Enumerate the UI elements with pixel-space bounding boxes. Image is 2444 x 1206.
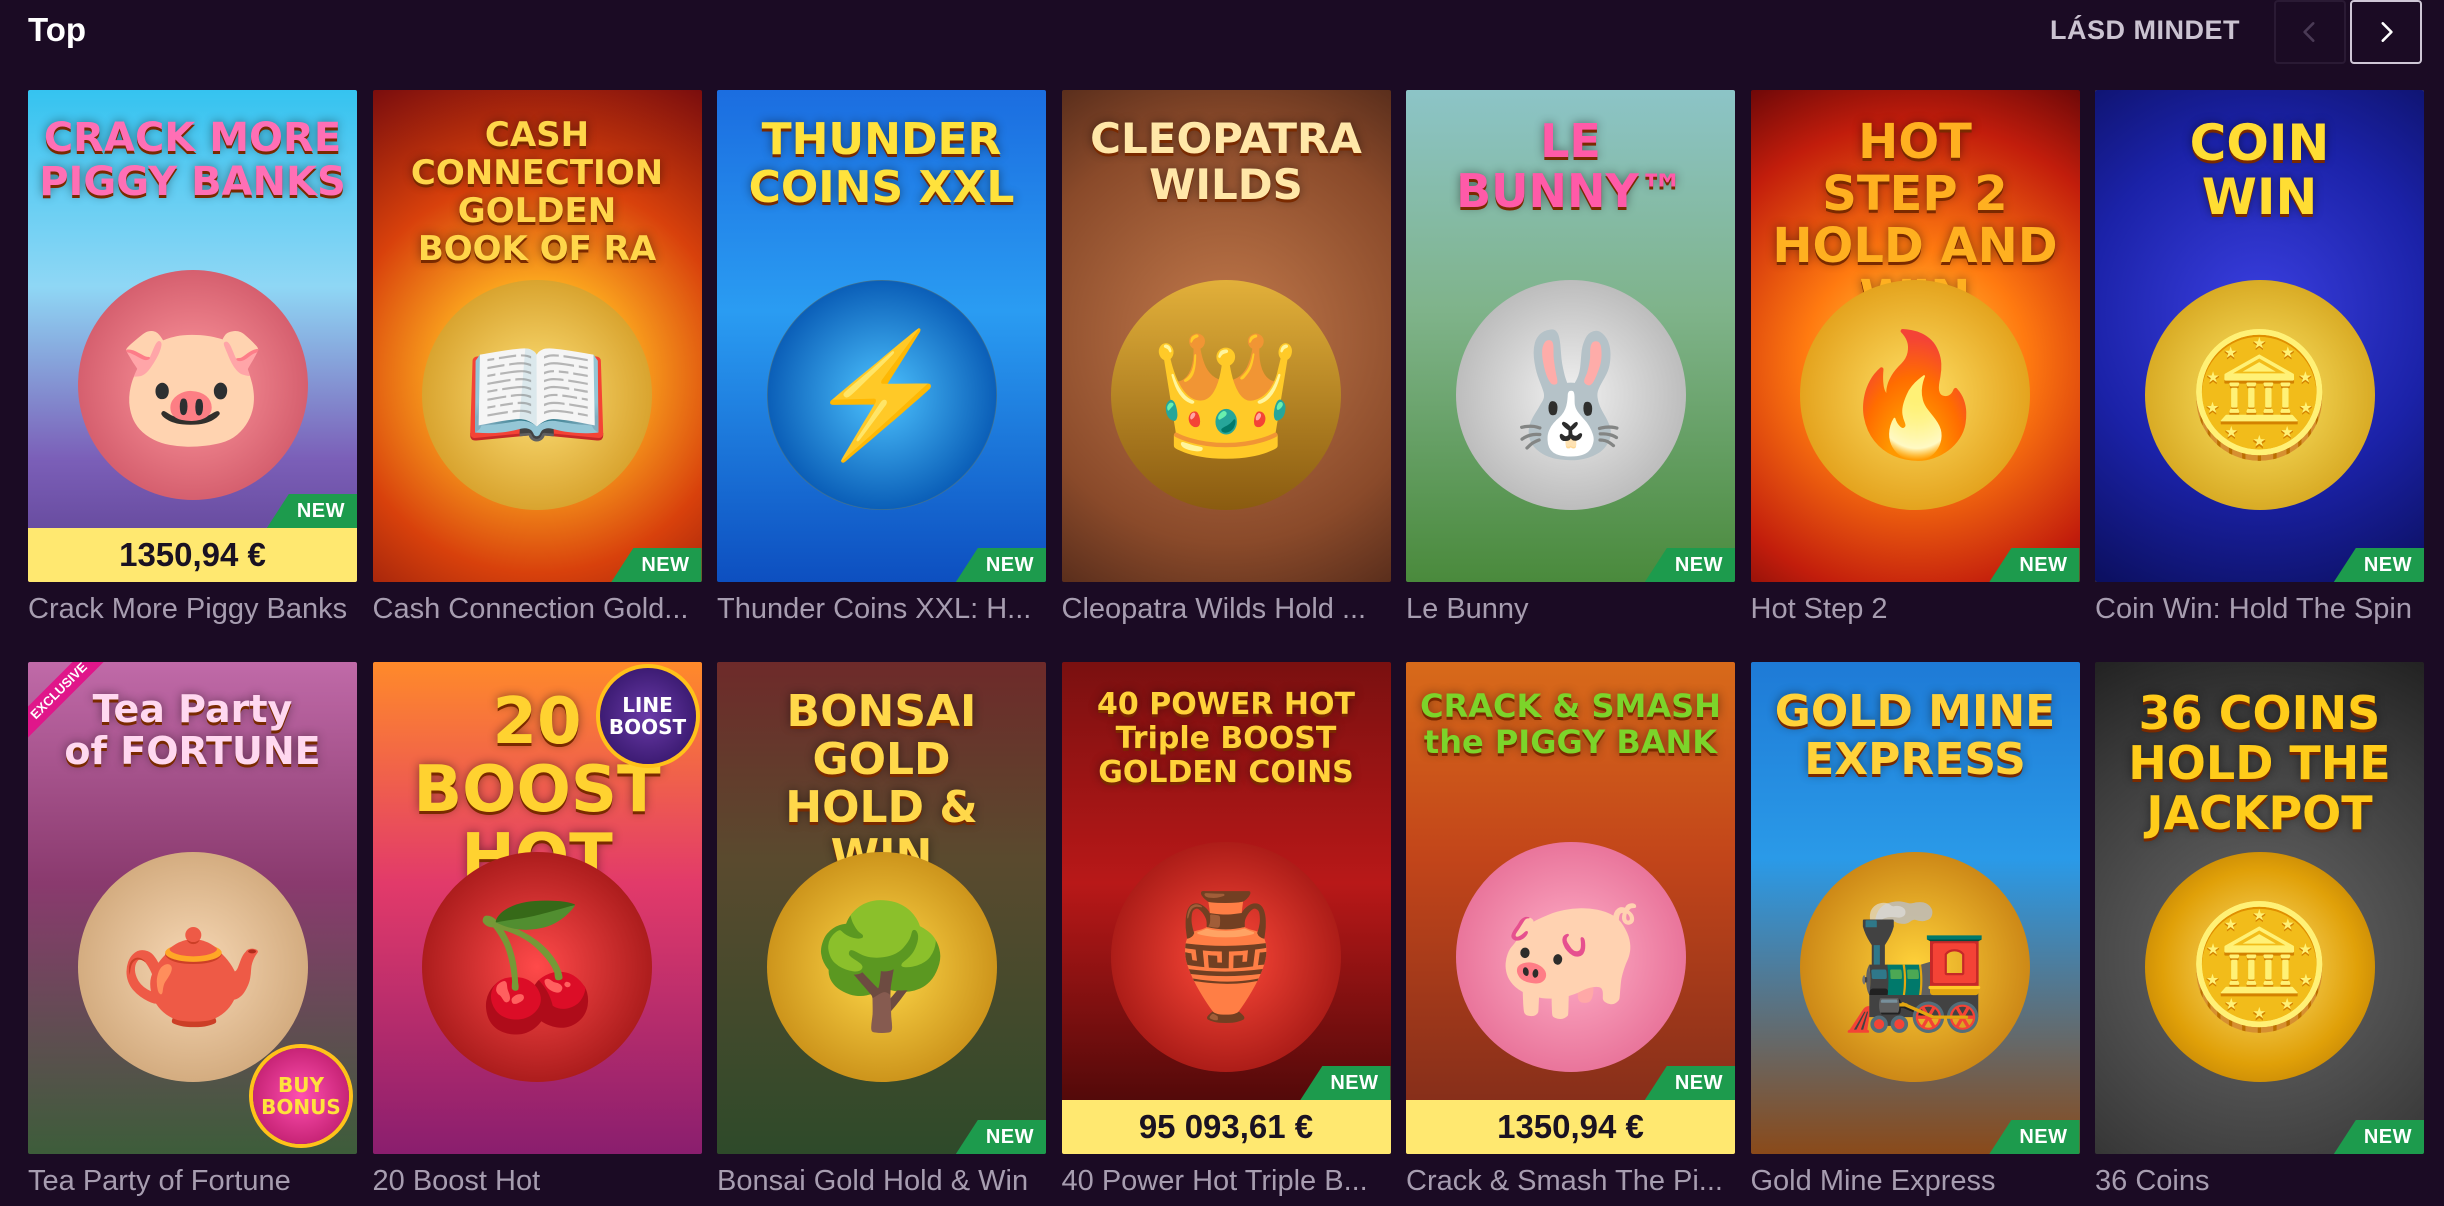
game-logo: GOLD MINE EXPRESS [1774, 686, 2056, 785]
game-grid: CRACK MORE PIGGY BANKS 🐷 NEW 1350,94 € Crack… [28, 90, 2424, 1197]
game-logo: THUNDER COINS XXL [748, 114, 1015, 213]
game-thumbnail[interactable]: CRACK MORE PIGGY BANKS 🐷 NEW 1350,94 € [28, 90, 357, 582]
game-thumbnail[interactable]: COIN WIN 🪙 NEW [2095, 90, 2424, 582]
jackpot-amount: 95 093,61 € [1061, 1100, 1391, 1154]
game-title[interactable]: Le Bunny [1406, 590, 1735, 628]
prev-button[interactable] [2274, 0, 2346, 64]
game-emblem-icon: 🐷 [77, 270, 308, 501]
see-all-link[interactable]: LÁSD MINDET [2050, 12, 2240, 48]
line-boost-badge: LINE BOOST [599, 668, 696, 764]
game-logo: CASH CONNECTION GOLDEN BOOK OF RA [410, 115, 664, 269]
game-thumbnail[interactable]: 20 BOOST HOT🍒LINE BOOST [372, 662, 702, 1154]
game-thumbnail[interactable]: 40 POWER HOT Triple BOOST GOLDEN COINS 🏺 N… [1061, 662, 1391, 1154]
section-header: Top LÁSD MINDET [0, 0, 2444, 64]
game-title[interactable]: 40 Power Hot Triple B... [1062, 1162, 1391, 1200]
chevron-left-icon [2303, 22, 2315, 42]
jackpot-amount: 1350,94 € [28, 528, 357, 582]
game-tile[interactable]: Tea Party of FORTUNE 🫖 EXCLUSIVE BUY BONUS T… [28, 662, 357, 1197]
game-title[interactable]: Cash Connection Gold... [373, 590, 702, 628]
game-logo: CLEOPATRA WILDS [1090, 114, 1362, 209]
game-logo: Tea Party of FORTUNE [64, 687, 321, 773]
jackpot-amount: 1350,94 € [1406, 1100, 1735, 1154]
game-tile[interactable]: BONSAI GOLD HOLD & WIN🌳NEW Bonsai Gold Ho… [717, 662, 1046, 1197]
section-title: Top [28, 11, 87, 48]
game-thumbnail[interactable]: GOLD MINE EXPRESS 🚂 NEW [1750, 662, 2080, 1154]
game-thumbnail[interactable]: CASH CONNECTION GOLDEN BOOK OF RA 📖 NEW [372, 90, 702, 582]
game-emblem-icon: ⚡ [766, 280, 997, 511]
game-title[interactable]: 20 Boost Hot [373, 1162, 702, 1200]
game-emblem-icon: 🚂 [1800, 852, 2030, 1083]
game-title[interactable]: Thunder Coins XXL: H... [717, 590, 1046, 628]
game-emblem-icon: 🫖 [77, 852, 308, 1083]
game-title[interactable]: 36 Coins [2095, 1162, 2424, 1200]
game-tile[interactable]: CASH CONNECTION GOLDEN BOOK OF RA 📖 NEW Cas… [372, 90, 702, 625]
game-emblem-icon: 🔥 [1800, 280, 2030, 511]
game-tile[interactable]: THUNDER COINS XXL ⚡ NEW Thunder Coins XXL: … [717, 90, 1046, 625]
game-tile[interactable]: LE BUNNY™ 🐰 NEW Le Bunny [1406, 90, 1735, 625]
game-thumbnail[interactable]: LE BUNNY™ 🐰 NEW [1406, 90, 1735, 582]
game-emblem-icon: 🪙 [2144, 852, 2375, 1083]
game-title[interactable]: Hot Step 2 [1751, 590, 2080, 628]
game-title[interactable]: Crack & Smash The Pi... [1406, 1162, 1735, 1200]
game-thumbnail[interactable]: BONSAI GOLD HOLD & WIN🌳NEW [717, 662, 1046, 1154]
next-button[interactable] [2350, 0, 2422, 64]
game-tile[interactable]: 20 BOOST HOT🍒LINE BOOST20 Boost Hot [372, 662, 702, 1197]
game-emblem-icon: 🍒 [422, 852, 652, 1083]
game-title[interactable]: Gold Mine Express [1751, 1162, 2080, 1200]
game-tile[interactable]: CRACK & SMASH the PIGGY BANK 🐖 NEW 1350,94 … [1406, 662, 1735, 1197]
game-thumbnail[interactable]: CRACK & SMASH the PIGGY BANK 🐖 NEW 1350,94 … [1406, 662, 1735, 1154]
game-tile[interactable]: COIN WIN 🪙 NEW Coin Win: Hold The Spin [2095, 90, 2424, 625]
game-tile[interactable]: CLEOPATRA WILDS 👑 Cleopatra Wilds Hold ... [1061, 90, 1391, 625]
game-thumbnail[interactable]: 36 COINS HOLD THE JACKPOT 🪙 NEW [2095, 662, 2424, 1154]
game-logo: COIN WIN [2189, 114, 2330, 226]
game-tile[interactable]: GOLD MINE EXPRESS 🚂 NEW Gold Mine Express [1750, 662, 2080, 1197]
game-emblem-icon: 🏺 [1111, 842, 1341, 1073]
game-logo: 40 POWER HOT Triple BOOST GOLDEN COINS [1097, 687, 1355, 790]
game-thumbnail[interactable]: THUNDER COINS XXL ⚡ NEW [717, 90, 1046, 582]
game-tile[interactable]: 36 COINS HOLD THE JACKPOT 🪙 NEW 36 Coins [2095, 662, 2424, 1197]
chevron-right-icon [2381, 22, 2393, 42]
game-thumbnail[interactable]: Tea Party of FORTUNE 🫖 EXCLUSIVE BUY BONUS [28, 662, 357, 1154]
game-logo: CRACK MORE PIGGY BANKS [39, 115, 346, 205]
game-title[interactable]: Bonsai Gold Hold & Win [717, 1162, 1046, 1200]
game-emblem-icon: 🪙 [2144, 280, 2375, 511]
game-emblem-icon: 🌳 [766, 852, 997, 1083]
game-title[interactable]: Cleopatra Wilds Hold ... [1062, 590, 1391, 628]
game-title[interactable]: Tea Party of Fortune [28, 1162, 357, 1200]
game-emblem-icon: 🐖 [1455, 842, 1686, 1073]
game-logo: CRACK & SMASH the PIGGY BANK [1420, 687, 1721, 761]
game-emblem-icon: 🐰 [1455, 280, 1686, 511]
game-logo: 36 COINS HOLD THE JACKPOT [2128, 686, 2391, 840]
game-thumbnail[interactable]: CLEOPATRA WILDS 👑 [1061, 90, 1391, 582]
game-title[interactable]: Coin Win: Hold The Spin [2095, 590, 2424, 628]
game-emblem-icon: 📖 [422, 280, 652, 511]
game-tile[interactable]: HOT STEP 2 HOLD AND WIN🔥NEW Hot Step 2 [1750, 90, 2080, 625]
game-title[interactable]: Crack More Piggy Banks [28, 590, 357, 628]
game-logo: LE BUNNY™ [1456, 114, 1685, 218]
game-emblem-icon: 👑 [1111, 280, 1341, 511]
game-tile[interactable]: CRACK MORE PIGGY BANKS 🐷 NEW 1350,94 € Crack… [28, 90, 357, 625]
game-thumbnail[interactable]: HOT STEP 2 HOLD AND WIN🔥NEW [1750, 90, 2080, 582]
buy-bonus-badge: BUY BONUS [253, 1048, 349, 1144]
game-tile[interactable]: 40 POWER HOT Triple BOOST GOLDEN COINS 🏺 N… [1061, 662, 1391, 1197]
